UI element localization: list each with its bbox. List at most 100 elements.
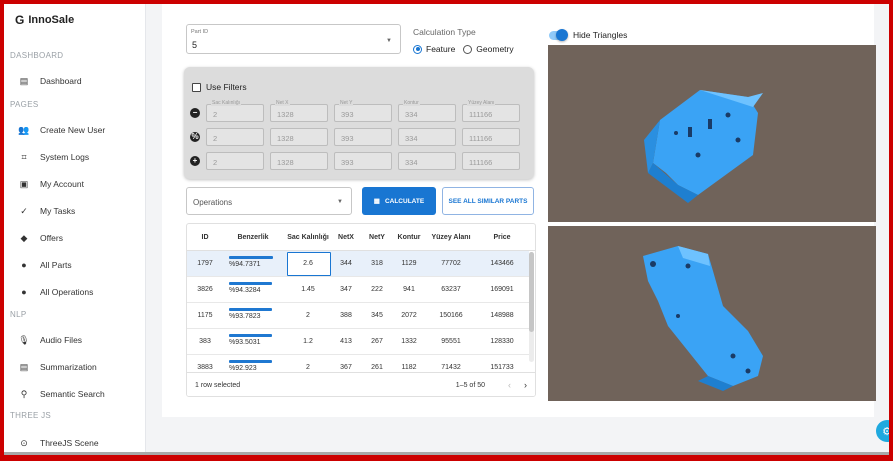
column-header[interactable]: Benzerlik [223, 234, 283, 241]
brand[interactable]: G InnoSale [15, 13, 74, 27]
table-cell-kontur: 1129 [401, 260, 417, 267]
radio-unchecked-icon [463, 44, 473, 54]
sidebar-item-my-tasks[interactable]: ✓ My Tasks [18, 205, 75, 217]
filter-input[interactable]: Kontur 334 [398, 100, 456, 122]
app-window: G InnoSale DASHBOARD ▤ Dashboard PAGES 👥 Crea… [4, 4, 889, 455]
filter-input[interactable]: 111166 [462, 128, 520, 146]
column-header[interactable]: Yüzey Alanı [423, 234, 479, 241]
logo-icon: G [15, 13, 25, 27]
table-cell-sac: 2 [306, 312, 310, 319]
filter-input[interactable]: 2 [206, 152, 264, 170]
filter-input[interactable]: Net Y 393 [334, 100, 392, 122]
sidebar-item-all-operations[interactable]: ● All Operations [18, 286, 93, 298]
operations-icon: ● [21, 287, 27, 297]
radio-checked-icon [413, 44, 422, 54]
column-header[interactable]: Kontur [395, 234, 423, 241]
filter-operator-icon[interactable]: − [190, 108, 200, 118]
sidebar-item-threejs-scene[interactable]: ⊙ ThreeJS Scene [18, 437, 98, 449]
similarity-cell: %93.7823 [229, 308, 275, 320]
radio-geometry-label: Geometry [476, 44, 514, 54]
operations-select[interactable]: Operations ▼ [186, 187, 352, 215]
3d-part-render [643, 246, 763, 391]
table-cell-yuzey: 71432 [441, 364, 461, 371]
filter-input[interactable]: 2 [206, 128, 264, 146]
filter-input[interactable]: 393 [334, 152, 392, 170]
filter-input[interactable]: Yüzey Alanı 111166 [462, 100, 520, 122]
similar-label: SEE ALL SIMILAR PARTS [448, 197, 528, 205]
previous-page-icon[interactable]: ‹ [508, 380, 511, 390]
column-header[interactable]: NetY [359, 234, 395, 241]
sidebar-item-dashboard[interactable]: ▤ Dashboard [18, 75, 82, 87]
column-header[interactable]: NetX [333, 234, 359, 241]
filters-panel: Use Filters − Sac Kalınlığı 2 Net X 1328 Net … [184, 67, 534, 179]
hide-triangles-toggle[interactable]: Hide Triangles [549, 29, 627, 41]
similarity-cell: %93.5031 [229, 334, 275, 346]
similarity-value: %94.3284 [229, 287, 261, 294]
table-header: ID Benzerlik Sac Kalınlığı NetX NetY Kontur Yü… [187, 224, 535, 251]
filter-field-value: 1328 [277, 110, 294, 119]
calculate-button[interactable]: ▦ CALCULATE [362, 187, 436, 215]
table-cell-sac: 1.2 [303, 338, 313, 345]
part-id-label: Part ID [191, 29, 209, 35]
column-header[interactable]: Sac Kalınlığı [283, 234, 333, 241]
table-cell-price: 169091 [490, 286, 514, 293]
sidebar-item-label: Create New User [40, 125, 106, 135]
table-cell-nety: 345 [371, 312, 383, 319]
table-footer: 1 row selected 1–5 of 50 ‹ › [187, 372, 535, 396]
filter-field-value: 393 [341, 110, 354, 119]
radio-geometry[interactable]: Geometry [463, 44, 514, 54]
part-id-value: 5 [192, 40, 198, 50]
calculator-icon: ▦ [373, 198, 380, 205]
sidebar-item-system-logs[interactable]: ⌗ System Logs [18, 151, 89, 163]
similarity-bar [229, 282, 273, 285]
sidebar-item-my-account[interactable]: ▣ My Account [18, 178, 84, 190]
use-filters-label: Use Filters [206, 82, 247, 92]
column-header[interactable]: Price [479, 234, 525, 241]
filter-operator-icon[interactable]: + [190, 156, 200, 166]
sidebar-section-title: THREE JS [10, 411, 52, 420]
see-all-similar-parts-button[interactable]: SEE ALL SIMILAR PARTS [442, 187, 534, 215]
settings-fab[interactable]: ⚙ [876, 420, 889, 442]
filter-input[interactable]: 393 [334, 128, 392, 146]
filter-field-label: Net Y [339, 100, 354, 106]
table-cell-netx: 347 [340, 286, 352, 293]
sidebar-item-summarization[interactable]: ▤ Summarization [18, 361, 97, 373]
similarity-bar [229, 334, 272, 337]
filter-field-value: 2 [213, 134, 218, 143]
filter-operator-icon[interactable]: % [190, 132, 200, 142]
filter-input[interactable]: 334 [398, 152, 456, 170]
table-row[interactable]: 1175 %93.7823 2 388 345 2072 150166 148988 [187, 303, 529, 329]
sidebar-item-offers[interactable]: ◆ Offers [18, 232, 63, 244]
filter-input[interactable]: 334 [398, 128, 456, 146]
main-area: Part ID 5 ▼ Calculation Type Feature Geo… [146, 4, 889, 455]
column-header[interactable]: ID [187, 234, 223, 241]
filter-input[interactable]: Sac Kalınlığı 2 [206, 100, 264, 122]
next-page-icon[interactable]: › [524, 380, 527, 390]
table-cell-kontur: 1332 [401, 338, 417, 345]
3d-viewer-top[interactable] [548, 45, 876, 222]
sidebar-item-audio-files[interactable]: 🎙 Audio Files [18, 334, 82, 346]
filter-input[interactable]: 1328 [270, 128, 328, 146]
filter-input[interactable]: 1328 [270, 152, 328, 170]
filter-input[interactable]: 111166 [462, 152, 520, 170]
sidebar-item-create-new-user[interactable]: 👥 Create New User [18, 124, 105, 136]
checkbox-icon [192, 82, 201, 92]
sidebar-item-all-parts[interactable]: ● All Parts [18, 259, 71, 271]
table-cell-netx: 413 [340, 338, 352, 345]
filter-field-label: Sac Kalınlığı [211, 100, 242, 106]
part-id-select[interactable]: Part ID 5 ▼ [186, 24, 401, 54]
similarity-value: %94.7371 [229, 261, 261, 268]
3d-viewer-bottom[interactable] [548, 226, 876, 401]
use-filters-checkbox[interactable]: Use Filters [192, 82, 247, 92]
sidebar-item-semantic-search[interactable]: ⚲ Semantic Search [18, 388, 105, 400]
table-scrollbar[interactable] [529, 252, 534, 362]
table-row[interactable]: 1797 %94.7371 2.6 344 318 1129 77702 143466 [187, 251, 529, 277]
filter-input[interactable]: Net X 1328 [270, 100, 328, 122]
sidebar-item-label: Semantic Search [40, 389, 105, 399]
table-row[interactable]: 3826 %94.3284 1.45 347 222 941 63237 169091 [187, 277, 529, 303]
table-cell-nety: 318 [371, 260, 383, 267]
table-cell-price: 148988 [490, 312, 514, 319]
table-row[interactable]: 383 %93.5031 1.2 413 267 1332 95551 128330 [187, 329, 529, 355]
radio-feature[interactable]: Feature [413, 44, 455, 54]
calendar-icon: ▤ [19, 75, 29, 86]
